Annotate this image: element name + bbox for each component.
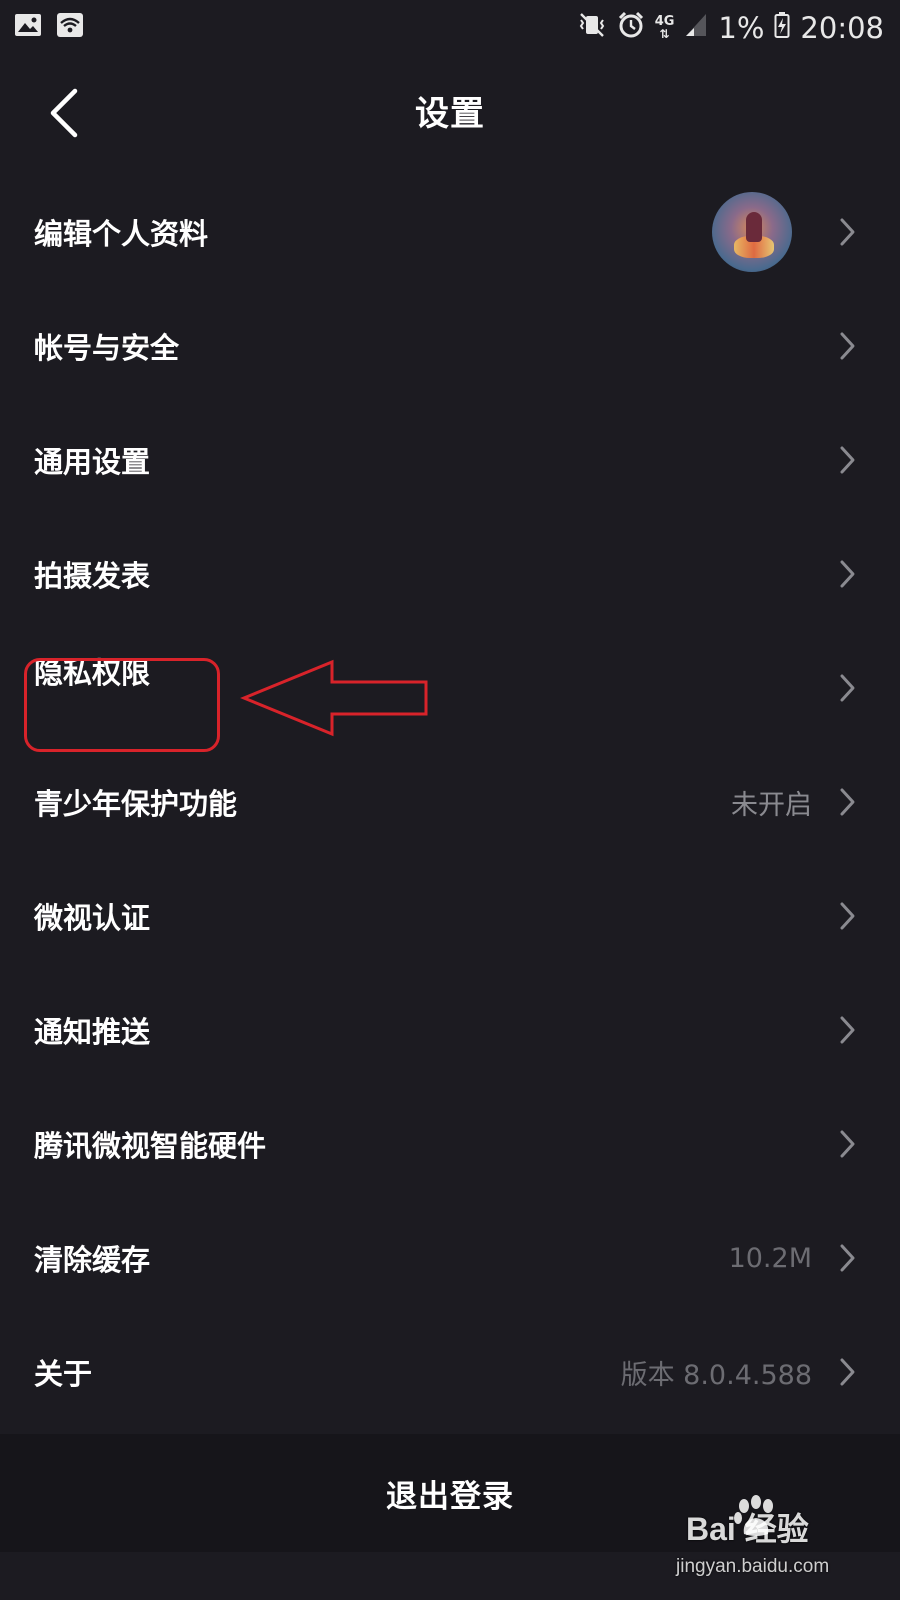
menu-item-label: 清除缓存: [34, 1243, 151, 1277]
annotation-arrow-icon: [240, 659, 428, 737]
menu-item-label: 编辑个人资料: [34, 217, 209, 251]
menu-item-teen-protection[interactable]: 青少年保护功能 未开启: [0, 745, 900, 859]
signal-icon: [684, 11, 708, 45]
menu-item-capture-publish[interactable]: 拍摄发表: [0, 517, 900, 631]
menu-item-label: 帐号与安全: [34, 331, 180, 365]
chevron-right-icon: [840, 788, 855, 816]
battery-percent: 1%: [718, 11, 765, 45]
chevron-right-icon: [840, 1130, 855, 1158]
chevron-right-icon: [840, 674, 855, 702]
menu-item-smart-hardware[interactable]: 腾讯微视智能硬件: [0, 1087, 900, 1201]
chevron-right-icon: [840, 902, 855, 930]
menu-item-general-settings[interactable]: 通用设置: [0, 403, 900, 517]
clock-time: 20:08: [800, 11, 884, 45]
chevron-right-icon: [840, 332, 855, 360]
header: 设置: [0, 56, 900, 172]
menu-item-weishi-verification[interactable]: 微视认证: [0, 859, 900, 973]
paw-icon: [734, 1495, 773, 1536]
version-value: 版本 8.0.4.588: [620, 1359, 812, 1391]
settings-menu: 编辑个人资料 帐号与安全 通用设置 拍摄发表 隐私权限 青少年保护功能 未开启 …: [0, 175, 900, 1429]
chevron-right-icon: [840, 560, 855, 588]
menu-item-edit-profile[interactable]: 编辑个人资料: [0, 175, 900, 289]
chevron-right-icon: [840, 446, 855, 474]
menu-item-account-security[interactable]: 帐号与安全: [0, 289, 900, 403]
watermark-url: jingyan.baidu.com: [676, 1556, 830, 1577]
cache-size-value: 10.2M: [728, 1242, 812, 1274]
wifi-icon: [56, 12, 84, 42]
status-right-icons: 4G ⇅ 1% 20:08: [577, 8, 884, 48]
menu-item-label: 关于: [34, 1357, 93, 1391]
annotation-highlight-box: [24, 658, 220, 752]
page-title: 设置: [415, 94, 485, 134]
network-4g-icon: 4G ⇅: [654, 14, 675, 41]
chevron-right-icon: [840, 218, 855, 246]
alarm-icon: [617, 11, 645, 46]
menu-item-label: 拍摄发表: [34, 559, 151, 593]
chevron-right-icon: [840, 1244, 855, 1272]
menu-item-label: 微视认证: [34, 901, 151, 935]
menu-item-label: 通用设置: [34, 445, 151, 479]
logout-label: 退出登录: [386, 1478, 514, 1515]
image-icon: [14, 13, 42, 41]
chevron-right-icon: [840, 1016, 855, 1044]
avatar: [712, 192, 792, 272]
menu-item-label: 通知推送: [34, 1015, 151, 1049]
battery-charging-icon: [774, 11, 790, 46]
menu-item-about[interactable]: 关于 版本 8.0.4.588: [0, 1315, 900, 1429]
menu-item-clear-cache[interactable]: 清除缓存 10.2M: [0, 1201, 900, 1315]
baidu-jingyan-watermark: Bai 经验 jingyan.baidu.com: [676, 1490, 856, 1590]
status-bar: 4G ⇅ 1% 20:08: [0, 0, 900, 56]
status-left-icons: [14, 12, 84, 42]
menu-item-notifications[interactable]: 通知推送: [0, 973, 900, 1087]
menu-item-label: 腾讯微视智能硬件: [34, 1129, 267, 1163]
chevron-right-icon: [840, 1358, 855, 1386]
menu-item-value: 未开启: [731, 789, 812, 821]
menu-item-label: 青少年保护功能: [34, 787, 238, 821]
vibrate-icon: [577, 11, 607, 46]
